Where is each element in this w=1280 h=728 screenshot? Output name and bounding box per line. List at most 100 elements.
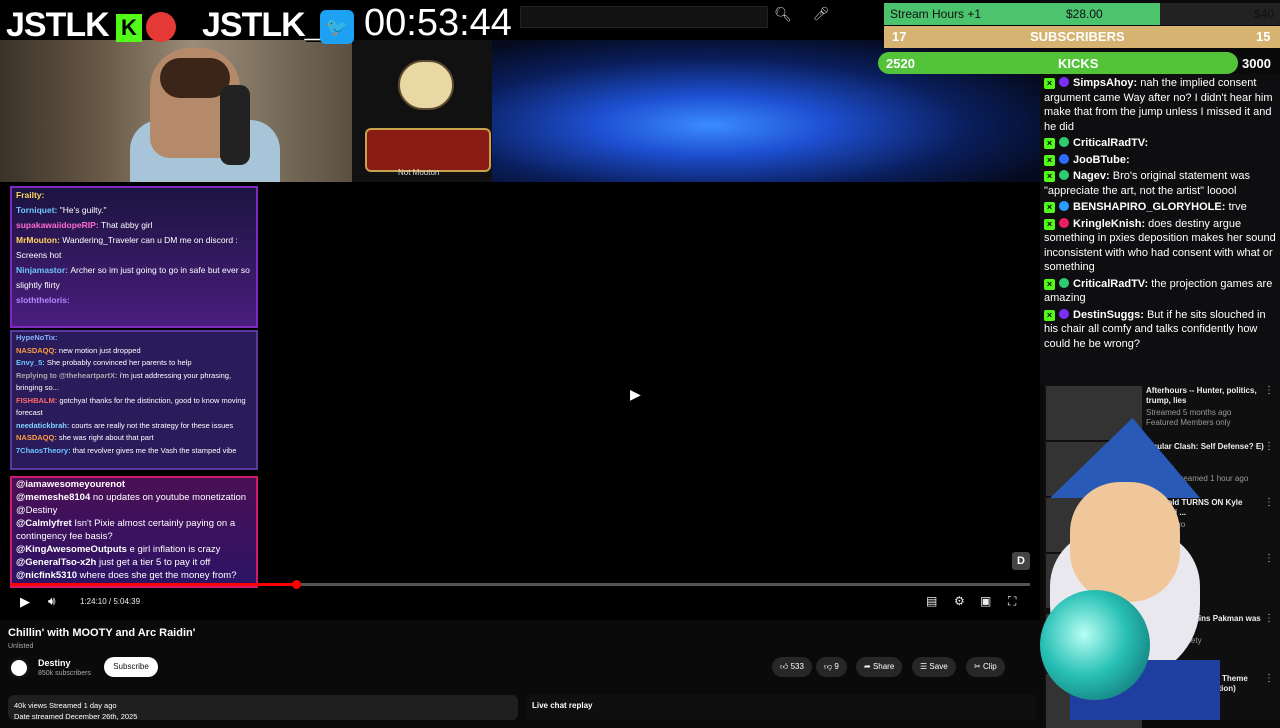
chat-username: @memeshe8104 xyxy=(16,492,93,503)
settings-icon[interactable]: ⚙ xyxy=(954,594,965,608)
chat-username: Ninjamastor: xyxy=(16,265,71,275)
user-badge-icon xyxy=(1059,77,1069,87)
subscribers-label: SUBSCRIBERS xyxy=(1030,29,1125,44)
chat-username: KringleKnish: xyxy=(1073,217,1149,230)
chat-message: @iamawesomeyourenot xyxy=(16,478,252,491)
kick-badge-icon: × xyxy=(1044,218,1055,230)
user-badge-icon xyxy=(1059,170,1069,180)
dislike-count: 9 xyxy=(834,662,839,671)
chat-username: needatickbrah: xyxy=(16,420,72,430)
subscribe-button[interactable]: Subscribe xyxy=(104,657,158,677)
chat-message: sloththeloris: xyxy=(16,293,252,308)
more-options-icon[interactable]: ⋮ xyxy=(1264,614,1274,624)
mouton-avatar-desk xyxy=(365,128,491,172)
player-time: 1:24:10 / 5:04:39 xyxy=(80,597,141,606)
user-badge-icon xyxy=(1059,201,1069,211)
chat-username: Nagev: xyxy=(1073,170,1113,182)
chat-username: FISHBALM: xyxy=(16,395,60,405)
record-icon xyxy=(146,12,176,42)
kicks-goal: 3000 xyxy=(1242,56,1271,71)
chat-username: Replying to @theheartpartX: xyxy=(16,370,120,380)
more-options-icon[interactable]: ⋮ xyxy=(1264,442,1274,452)
play-icon[interactable]: ▶ xyxy=(20,594,30,610)
kick-chat: × SimpsAhoy: nah the implied consent argu… xyxy=(1040,74,1280,384)
stream-logo: JSTLK xyxy=(6,6,110,44)
chat-username: @KingAwesomeOutputs xyxy=(16,544,130,555)
chat-username: sloththeloris: xyxy=(16,295,70,305)
channel-name[interactable]: Destiny xyxy=(38,658,71,668)
chat-message: Frailty: xyxy=(16,188,252,203)
dislike-button[interactable]: 👎︎ 9 xyxy=(816,657,847,677)
chat-message: Ninjamastor: Archer so im just going to … xyxy=(16,263,252,293)
kicks-count: 2520 xyxy=(886,56,915,71)
chat-text: courts are really not the strategy for t… xyxy=(71,420,234,430)
search-icon[interactable]: 🔍︎ xyxy=(770,6,796,28)
chat-username: Envy_5: xyxy=(16,358,47,367)
like-button[interactable]: 👍︎ 533 xyxy=(772,657,812,677)
recommendation-title[interactable]: Afterhours -- Hunter, politics, trump, l… xyxy=(1146,386,1266,406)
chat-text: that revolver gives me the Vash the stam… xyxy=(72,445,237,455)
kick-badge-icon: × xyxy=(1044,278,1055,290)
clip-icon: ✂ xyxy=(974,662,983,671)
mouton-avatar-head xyxy=(398,60,454,110)
kick-badge-icon: × xyxy=(1044,202,1055,213)
user-badge-icon xyxy=(1059,153,1069,164)
subscribers-count: 17 xyxy=(892,29,907,44)
chat-message: @memeshe8104 no updates on youtube monet… xyxy=(16,491,252,517)
share-button[interactable]: ➦ Share xyxy=(856,657,903,677)
chat-text: where does she get the money from? xyxy=(79,570,237,581)
kick-chat-message: × SimpsAhoy: nah the implied consent argu… xyxy=(1044,76,1276,134)
chat-message: FISHBALM: gotchya! thanks for the distin… xyxy=(16,395,252,420)
chat-message: Torniquet: "He's guilty." xyxy=(16,203,252,218)
chat-text: just get a tier 5 to pay it off xyxy=(99,557,211,568)
chat-username: @Calmlyfret xyxy=(16,518,75,529)
kick-chat-message: × DestinSuggs: But if he sits slouched in… xyxy=(1044,308,1276,352)
recommendation-meta: Featured Members only xyxy=(1146,418,1231,427)
overlay-chat-3: @iamawesomeyourenot @memeshe8104 no upda… xyxy=(10,476,258,588)
chat-username: MrMouton: xyxy=(16,235,63,245)
chat-text: She probably convinced her parents to he… xyxy=(46,358,192,367)
clip-button[interactable]: ✂ Clip xyxy=(966,657,1005,677)
chat-username: BENSHAPIRO_GLORYHOLE: xyxy=(1073,201,1229,213)
mouse-cursor-icon: ▶︎ xyxy=(630,386,641,402)
chat-message: supakawaiidopeRIP: That abby girl xyxy=(16,218,252,233)
date-line: Date streamed December 26th, 2025 xyxy=(14,712,138,721)
volume-icon[interactable]: 🔊︎ xyxy=(48,594,56,609)
miniplayer-icon[interactable]: ▣ xyxy=(980,594,991,608)
recommendation-title[interactable]: vicular Clash: Self Defense? E) xyxy=(1146,442,1266,452)
live-chat-replay[interactable]: Live chat replay xyxy=(526,695,1036,720)
more-options-icon[interactable]: ⋮ xyxy=(1264,386,1274,396)
chat-message: Envy_5: She probably convinced her paren… xyxy=(16,357,252,370)
channel-avatar[interactable] xyxy=(8,657,30,679)
search-input[interactable] xyxy=(520,6,768,28)
wizard-face xyxy=(1070,482,1180,602)
description-box[interactable]: 40k views Streamed 1 day ago Date stream… xyxy=(8,695,518,721)
kicks-label: KICKS xyxy=(1058,56,1099,71)
save-button[interactable]: ☰ Save xyxy=(912,657,956,677)
save-icon: ☰ xyxy=(920,662,930,671)
stream-logo-2: JSTLK_ xyxy=(202,6,324,44)
fullscreen-icon[interactable]: ⛶ xyxy=(1008,594,1016,609)
recommendation-item[interactable]: Afterhours -- Hunter, politics, trump, l… xyxy=(1044,384,1280,440)
subtitles-icon[interactable]: ▤ xyxy=(926,594,937,608)
kick-chat-message: × CriticalRadTV: the projection games are… xyxy=(1044,277,1276,306)
visibility-badge: Unlisted xyxy=(8,643,34,650)
more-options-icon[interactable]: ⋮ xyxy=(1264,498,1274,508)
chat-username: 7ChaosTheory: xyxy=(16,445,73,455)
more-options-icon[interactable]: ⋮ xyxy=(1264,554,1274,564)
chat-message: @GeneralTso-x2h just get a tier 5 to pay… xyxy=(16,556,252,569)
chat-message: @nicfink5310 where does she get the mone… xyxy=(16,569,252,582)
seek-handle[interactable] xyxy=(291,580,301,589)
microphone xyxy=(220,85,250,165)
overlay-chat-2: HypeNoTix: NASDAQQ: new motion just drop… xyxy=(10,330,258,470)
kick-icon: K xyxy=(116,14,142,42)
more-options-icon[interactable]: ⋮ xyxy=(1264,674,1274,684)
stream-hours-amount: $28.00 xyxy=(1066,7,1103,21)
chat-message: HypeNoTix: xyxy=(16,332,252,345)
microphone-icon[interactable]: 🎤︎ xyxy=(810,6,832,28)
chat-text: trve xyxy=(1228,201,1247,213)
chat-username: Frailty: xyxy=(16,190,45,200)
chat-text: new motion just dropped xyxy=(58,345,141,355)
like-icon: 👍︎ xyxy=(780,662,791,671)
chat-username: CriticalRadTV: xyxy=(1073,277,1152,290)
